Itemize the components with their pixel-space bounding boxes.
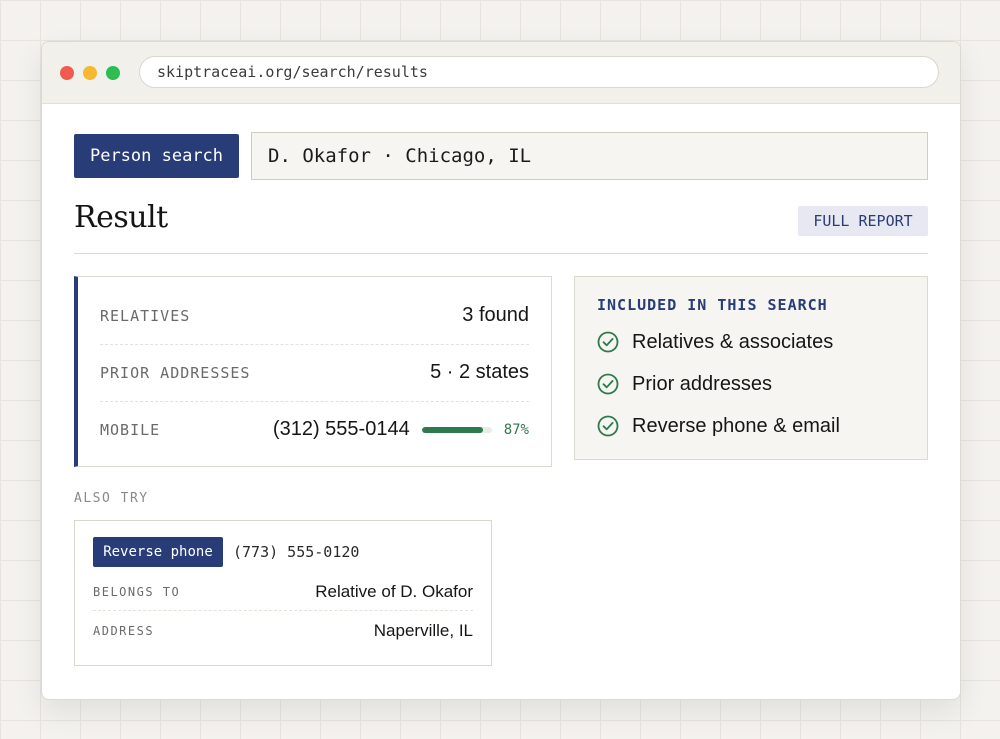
mobile-number: (312) 555-0144 (272, 418, 410, 440)
stat-row-relatives: RELATIVES 3 found (100, 287, 529, 345)
included-item-prior-addresses: Prior addresses (597, 371, 772, 397)
search-query-input[interactable]: D. Okafor · Chicago, IL (251, 132, 928, 180)
included-item-label: Prior addresses (632, 372, 773, 395)
stat-label: PRIOR ADDRESSES (100, 363, 251, 382)
included-features-panel: INCLUDED IN THIS SEARCH Relatives & asso… (574, 276, 928, 460)
section-divider (74, 253, 928, 254)
stat-value: 5 · 2 states (430, 361, 529, 383)
stat-row-mobile: MOBILE (312) 555-0144 87% (100, 401, 529, 458)
mobile-value-group: (312) 555-0144 87% (273, 418, 529, 441)
alt-label: ADDRESS (93, 624, 155, 638)
full-report-button[interactable]: FULL REPORT (798, 206, 928, 236)
stat-label: RELATIVES (100, 306, 191, 325)
included-item-label: Reverse phone & email (632, 414, 840, 437)
confidence-percent: 87% (503, 421, 529, 438)
maximize-window-button[interactable] (106, 66, 120, 80)
also-try-card: Reverse phone (773) 555-0120 BELONGS TO … (74, 520, 492, 666)
check-circle-icon (597, 373, 619, 395)
alt-phone-number: (773) 555-0120 (233, 543, 360, 561)
confidence-bar-fill (421, 426, 483, 433)
also-try-heading: ALSO TRY (74, 491, 149, 506)
person-search-button[interactable]: Person search (74, 134, 239, 178)
close-window-button[interactable] (60, 66, 74, 80)
included-title: INCLUDED IN THIS SEARCH (597, 296, 828, 314)
check-circle-icon (597, 331, 619, 353)
browser-window: skiptraceai.org/search/results Person se… (41, 41, 961, 700)
stat-value: 3 found (462, 304, 529, 326)
confidence-bar (421, 426, 492, 433)
page-title: Result (74, 200, 168, 235)
browser-titlebar: skiptraceai.org/search/results (42, 42, 960, 104)
stat-row-prior-addresses: PRIOR ADDRESSES 5 · 2 states (100, 344, 529, 402)
minimize-window-button[interactable] (83, 66, 97, 80)
included-item-label: Relatives & associates (632, 330, 834, 353)
included-item-reverse-phone: Reverse phone & email (597, 413, 840, 439)
check-circle-icon (597, 415, 619, 437)
reverse-phone-button[interactable]: Reverse phone (93, 537, 223, 567)
address-bar[interactable]: skiptraceai.org/search/results (139, 56, 939, 88)
alt-value: Relative of D. Okafor (315, 582, 473, 601)
alt-label: BELONGS TO (93, 585, 181, 599)
result-stats-card: RELATIVES 3 found PRIOR ADDRESSES 5 · 2 … (74, 276, 552, 467)
alt-value: Naperville, IL (373, 621, 473, 640)
stat-label: MOBILE (100, 420, 161, 439)
alt-row-address: ADDRESS Naperville, IL (93, 613, 473, 649)
alt-row-belongs-to: BELONGS TO Relative of D. Okafor (93, 574, 473, 611)
included-item-relatives: Relatives & associates (597, 329, 833, 355)
